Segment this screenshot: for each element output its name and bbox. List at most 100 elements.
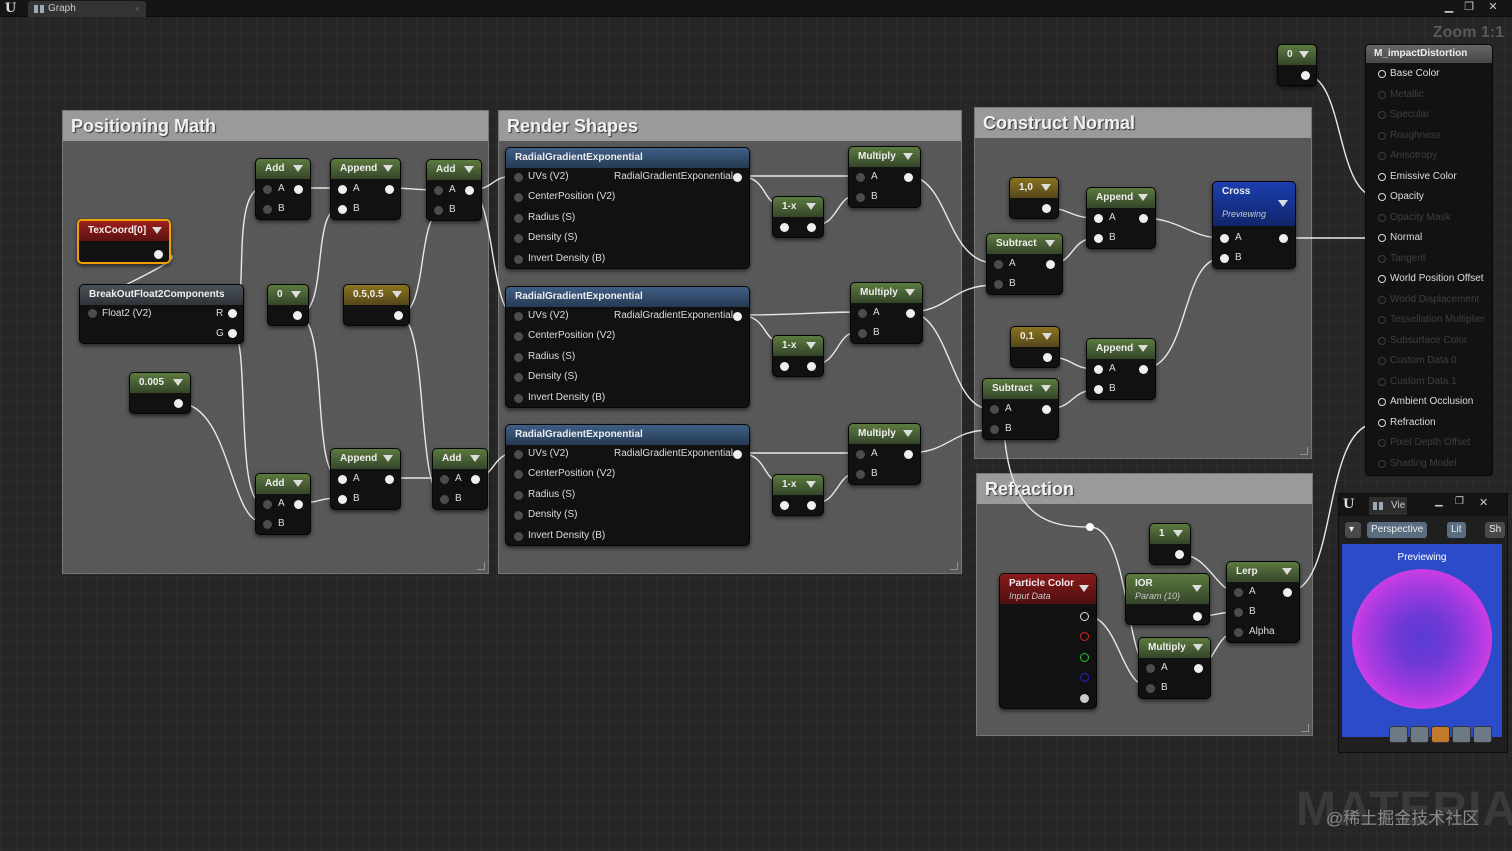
input-pin-icon[interactable] — [1378, 316, 1386, 324]
material-input-world-position-offset[interactable]: World Position Offset — [1378, 272, 1484, 286]
input-pin-icon[interactable] — [1378, 90, 1386, 99]
input-pin-icon[interactable] — [1378, 275, 1386, 283]
output-pin-a[interactable] — [1080, 694, 1089, 703]
viewport-options-button[interactable]: ▾ — [1345, 522, 1361, 538]
input-pin-b[interactable] — [1234, 608, 1243, 617]
output-pin-g[interactable] — [1080, 653, 1089, 662]
collapse-arrow-icon[interactable] — [905, 289, 915, 296]
input-pin-uvs[interactable] — [514, 173, 523, 182]
input-pin-icon[interactable] — [1378, 459, 1386, 468]
output-pin[interactable] — [385, 185, 394, 194]
material-input-shading-model[interactable]: Shading Model — [1378, 457, 1457, 471]
collapse-arrow-icon[interactable] — [1042, 333, 1052, 340]
add-node[interactable]: Add A B — [255, 158, 311, 220]
input-pin-icon[interactable] — [1378, 152, 1386, 160]
input-pin-icon[interactable] — [1378, 398, 1386, 406]
output-pin-rgb[interactable] — [1080, 612, 1089, 621]
preview-canvas[interactable]: Previewing — [1342, 544, 1502, 737]
input-pin-a[interactable] — [1234, 588, 1243, 597]
input-pin-icon[interactable] — [1378, 254, 1386, 263]
input-pin-icon[interactable] — [1378, 336, 1386, 345]
collapse-arrow-icon[interactable] — [383, 165, 393, 172]
append-node[interactable]: Append A B — [330, 158, 401, 220]
input-pin-density[interactable] — [514, 511, 523, 520]
material-input-subsurface-color[interactable]: Subsurface Color — [1378, 334, 1467, 348]
input-pin-uvs[interactable] — [514, 450, 523, 459]
output-pin[interactable] — [294, 185, 303, 194]
one-minus-node[interactable]: 1-x — [772, 196, 824, 238]
input-pin-icon[interactable] — [1378, 131, 1386, 140]
collapse-arrow-icon[interactable] — [1278, 200, 1288, 207]
material-input-tessellation-multiplier[interactable]: Tessellation Multiplier — [1378, 313, 1485, 327]
one-minus-node[interactable]: 1-x — [772, 474, 824, 516]
input-pin-a[interactable] — [1094, 365, 1103, 374]
particle-color-node[interactable]: Particle Color Input Data — [999, 573, 1097, 709]
collapse-arrow-icon[interactable] — [392, 291, 402, 298]
input-pin-a[interactable] — [856, 450, 865, 459]
teapot-icon[interactable] — [1473, 726, 1492, 743]
radial-gradient-node-3[interactable]: RadialGradientExponential UVs (V2) Cente… — [505, 424, 750, 546]
input-pin-density[interactable] — [514, 234, 523, 243]
material-input-pixel-depth-offset[interactable]: Pixel Depth Offset — [1378, 436, 1470, 450]
material-input-normal[interactable]: Normal — [1378, 231, 1422, 245]
close-button[interactable]: ✕ — [1479, 496, 1488, 509]
input-pin-b[interactable] — [263, 205, 272, 214]
collapse-arrow-icon[interactable] — [806, 481, 816, 488]
sphere-icon[interactable] — [1410, 726, 1429, 743]
input-pin[interactable] — [780, 501, 789, 510]
material-input-tangent[interactable]: Tangent — [1378, 252, 1426, 266]
input-pin-center[interactable] — [514, 470, 523, 479]
input-pin-a[interactable] — [1094, 214, 1103, 223]
collapse-arrow-icon[interactable] — [806, 203, 816, 210]
input-pin-icon[interactable] — [1378, 377, 1386, 386]
texcoord-node[interactable]: TexCoord[0] — [77, 219, 171, 264]
input-pin-a[interactable] — [338, 185, 347, 194]
output-pin-r[interactable] — [228, 309, 237, 318]
input-pin-b[interactable] — [990, 425, 999, 434]
input-pin-a[interactable] — [856, 173, 865, 182]
ior-param-node[interactable]: IOR Param (10) — [1125, 573, 1210, 625]
material-input-roughness[interactable]: Roughness — [1378, 129, 1441, 143]
output-pin[interactable] — [904, 450, 913, 459]
collapse-arrow-icon[interactable] — [1041, 184, 1051, 191]
plane-icon[interactable] — [1431, 726, 1450, 743]
output-pin[interactable] — [1046, 260, 1055, 269]
material-input-anisotropy[interactable]: Anisotropy — [1378, 149, 1437, 163]
output-pin[interactable] — [1139, 214, 1148, 223]
cube-icon[interactable] — [1452, 726, 1471, 743]
input-pin-b[interactable] — [1220, 254, 1229, 263]
input-pin-b[interactable] — [1094, 385, 1103, 394]
input-pin-b[interactable] — [1146, 684, 1155, 693]
preview-viewport[interactable]: U Vie ▁ ❐ ✕ ▾ Perspective Lit Sh Preview… — [1338, 493, 1508, 753]
input-pin-b[interactable] — [1094, 234, 1103, 243]
output-pin[interactable] — [385, 475, 394, 484]
constant-half-node[interactable]: 0.5,0.5 — [343, 284, 410, 326]
input-pin-icon[interactable] — [1378, 213, 1386, 222]
multiply-node[interactable]: Multiply A B — [848, 423, 921, 485]
output-pin-r[interactable] — [1080, 632, 1089, 641]
input-pin-a[interactable] — [263, 185, 272, 194]
input-pin-icon[interactable] — [1378, 357, 1386, 365]
output-pin[interactable] — [154, 250, 163, 259]
material-input-ambient-occlusion[interactable]: Ambient Occlusion — [1378, 395, 1473, 409]
collapse-arrow-icon[interactable] — [1045, 240, 1055, 247]
output-pin[interactable] — [1194, 664, 1203, 673]
output-pin[interactable] — [394, 311, 403, 320]
output-pin-g[interactable] — [228, 329, 237, 338]
input-pin-icon[interactable] — [1378, 193, 1386, 201]
input-pin-b[interactable] — [338, 495, 347, 504]
lerp-node[interactable]: Lerp A B Alpha — [1226, 561, 1300, 643]
output-pin[interactable] — [1042, 204, 1051, 213]
collapse-arrow-icon[interactable] — [903, 153, 913, 160]
append-node[interactable]: Append A B — [1086, 338, 1156, 400]
output-pin[interactable] — [294, 500, 303, 509]
output-pin[interactable] — [1193, 612, 1202, 621]
input-pin-icon[interactable] — [1378, 234, 1386, 242]
material-input-base-color[interactable]: Base Color — [1378, 67, 1439, 81]
input-pin[interactable] — [780, 362, 789, 371]
collapse-arrow-icon[interactable] — [1282, 568, 1292, 575]
output-pin[interactable] — [733, 450, 742, 459]
material-input-refraction[interactable]: Refraction — [1378, 416, 1436, 430]
cross-node[interactable]: Cross Previewing A B — [1212, 181, 1296, 269]
output-pin[interactable] — [1175, 550, 1184, 559]
